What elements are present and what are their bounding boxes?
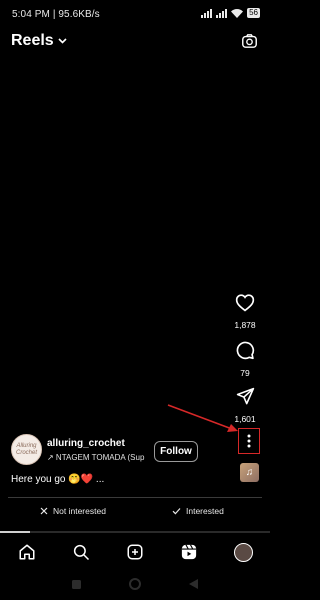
follow-button[interactable]: Follow <box>154 441 198 462</box>
status-bar: 5:04 PM | 95.6KB/s 56 <box>0 0 270 28</box>
author-username[interactable]: alluring_crochet <box>47 438 125 449</box>
annotation-arrow <box>167 404 238 432</box>
chevron-down-icon <box>58 38 67 44</box>
home-circle-icon[interactable] <box>129 578 141 590</box>
reels-icon <box>181 544 197 560</box>
interested-button[interactable]: Interested <box>172 504 224 518</box>
like-count: 1,878 <box>234 320 256 330</box>
system-navigation-bar <box>0 572 270 596</box>
signal-icon <box>216 8 228 18</box>
nav-search[interactable] <box>66 537 96 567</box>
comment-count: 79 <box>240 368 250 378</box>
check-icon <box>172 508 181 515</box>
avatar <box>233 542 253 562</box>
more-vertical-icon <box>247 434 251 448</box>
comment-action[interactable]: 79 <box>228 340 262 378</box>
camera-button[interactable] <box>241 33 258 55</box>
interested-label: Interested <box>186 506 224 516</box>
divider <box>8 497 262 498</box>
avatar-logo-text: Alluring Crochet <box>15 442 37 456</box>
wifi-icon <box>231 8 244 18</box>
nav-reels[interactable] <box>174 537 204 567</box>
nav-home[interactable] <box>12 537 42 567</box>
audio-track-label[interactable]: ↗ NTAGEM TOMADA (Sup <box>47 453 149 462</box>
battery-indicator: 56 <box>247 8 260 18</box>
author-avatar[interactable]: Alluring Crochet <box>11 434 42 465</box>
back-icon[interactable] <box>189 579 198 589</box>
search-icon <box>73 544 90 561</box>
post-caption[interactable]: Here you go 🤭❤️ ... <box>11 474 104 485</box>
video-progress-fill <box>0 531 30 533</box>
close-icon <box>40 507 48 515</box>
nav-create[interactable] <box>120 537 150 567</box>
status-icons: 56 <box>201 8 260 18</box>
home-icon <box>19 544 35 560</box>
signal-icon <box>201 8 213 18</box>
page-title: Reels <box>11 32 54 49</box>
nav-profile[interactable] <box>228 537 258 567</box>
not-interested-button[interactable]: Not interested <box>40 504 106 518</box>
music-icon: ♫ <box>245 467 254 478</box>
comment-icon <box>236 341 255 360</box>
heart-icon <box>235 294 255 312</box>
more-options-button[interactable] <box>238 428 260 454</box>
audio-thumbnail[interactable]: ♫ <box>240 463 259 482</box>
status-time-speed: 5:04 PM | 95.6KB/s <box>12 9 100 20</box>
reels-title-dropdown[interactable]: Reels <box>11 32 67 50</box>
like-action[interactable]: 1,878 <box>228 293 262 330</box>
recents-icon[interactable] <box>72 579 81 589</box>
video-progress-track[interactable] <box>0 531 270 533</box>
not-interested-label: Not interested <box>53 506 106 516</box>
camera-icon <box>242 34 257 48</box>
bottom-navigation <box>0 534 270 570</box>
plus-square-icon <box>127 544 143 560</box>
